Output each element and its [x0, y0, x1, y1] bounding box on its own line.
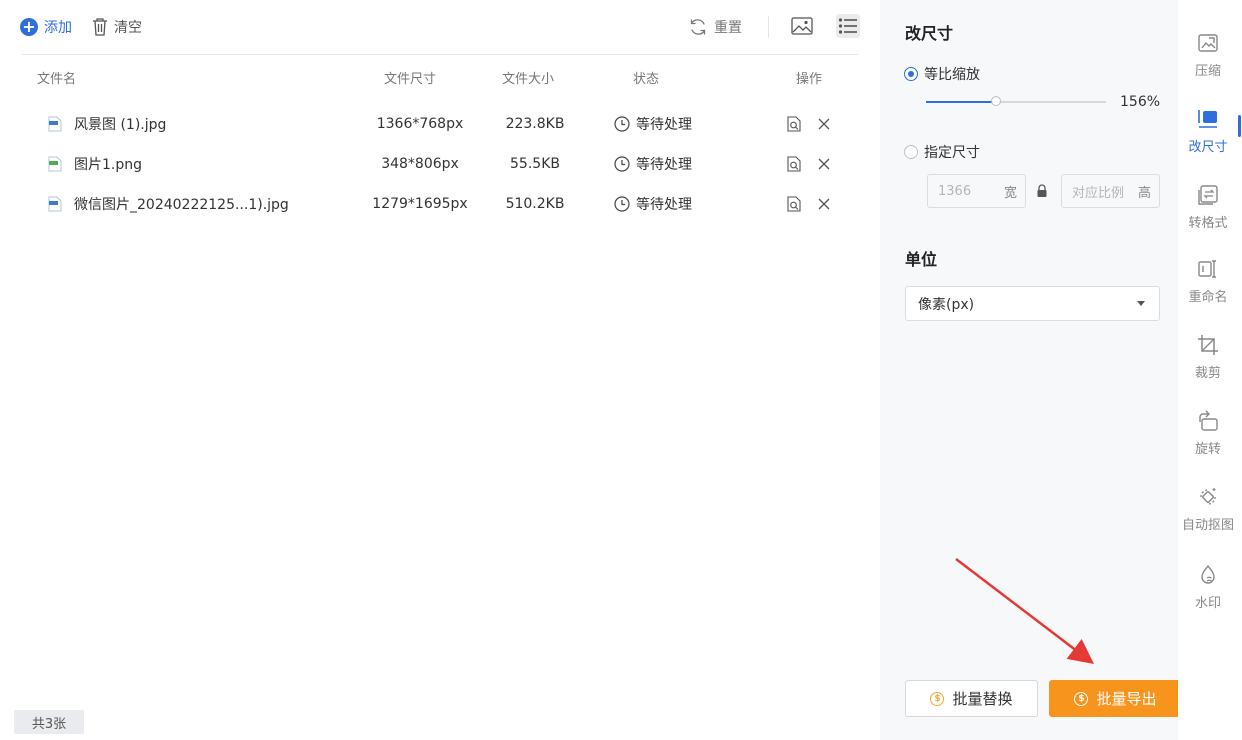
file-dimensions: 348*806px	[381, 156, 459, 172]
panel-title: 改尺寸	[905, 24, 954, 43]
radio-unselected[interactable]	[904, 145, 918, 159]
trash-icon	[93, 18, 107, 36]
add-button[interactable]: + 添加	[20, 17, 72, 37]
add-icon: +	[20, 18, 38, 36]
watermark-icon	[1201, 564, 1215, 584]
file-dimensions: 1279*1695px	[372, 196, 468, 212]
image-view-button[interactable]	[790, 14, 814, 38]
remove-icon[interactable]	[816, 116, 832, 132]
refresh-icon	[690, 19, 706, 35]
file-name: 风景图 (1).jpg	[74, 117, 167, 133]
file-size: 55.5KB	[510, 156, 560, 172]
jpg-file-icon	[48, 116, 62, 132]
clear-label: 清空	[114, 20, 142, 36]
batch-replace-button[interactable]: $ 批量替换	[905, 680, 1038, 717]
table-row[interactable]: 风景图 (1).jpg 1366*768px 223.8KB 等待处理	[22, 104, 858, 144]
width-unit: 宽	[1003, 185, 1017, 201]
rotate-icon	[1199, 410, 1218, 431]
compress-icon	[1198, 34, 1218, 52]
status-label: 等待处理	[636, 117, 692, 133]
tool-rail: 压缩 改尺寸 转格式 重命名 裁剪 旋转 自动抠图 水印	[1178, 0, 1242, 740]
width-value: 1366	[938, 183, 972, 199]
table-row[interactable]: 图片1.png 348*806px 55.5KB 等待处理	[22, 144, 858, 184]
height-unit: 高	[1137, 185, 1151, 201]
scale-slider-thumb[interactable]	[991, 96, 1002, 106]
header-filename: 文件名	[37, 72, 77, 87]
batch-export-button[interactable]: $ 批量导出	[1049, 680, 1182, 717]
png-file-icon	[48, 156, 62, 172]
radio-selected[interactable]	[904, 67, 918, 81]
reset-label: 重置	[714, 20, 742, 36]
rail-item-rotate[interactable]: 旋转	[1178, 410, 1238, 466]
file-name: 微信图片_20240222125...1).jpg	[74, 197, 289, 213]
clock-icon	[614, 116, 630, 132]
active-tab-indicator	[1238, 115, 1241, 137]
proportional-scale-label: 等比缩放	[924, 67, 980, 83]
list-view-button[interactable]	[836, 14, 860, 38]
preview-icon[interactable]	[786, 116, 802, 132]
list-icon	[838, 18, 857, 34]
file-size: 223.8KB	[505, 116, 565, 132]
batch-export-label: 批量导出	[1096, 690, 1157, 708]
file-name: 图片1.png	[74, 157, 143, 173]
auto-cutout-icon	[1200, 488, 1216, 505]
toolbar-divider	[768, 16, 769, 38]
annotation-arrow	[955, 558, 1094, 665]
unit-title: 单位	[905, 250, 938, 269]
rail-item-rename[interactable]: 重命名	[1178, 258, 1238, 314]
table-row[interactable]: 微信图片_20240222125...1).jpg 1279*1695px 51…	[22, 184, 858, 224]
scale-slider[interactable]	[926, 96, 1106, 106]
rail-item-watermark[interactable]: 水印	[1178, 564, 1238, 620]
remove-icon[interactable]	[816, 196, 832, 212]
clear-button[interactable]: 清空	[92, 17, 142, 37]
convert-format-icon	[1198, 185, 1218, 205]
image-icon	[791, 17, 813, 35]
file-dimensions: 1366*768px	[376, 116, 464, 132]
status-label: 等待处理	[636, 157, 692, 173]
coin-icon: $	[930, 691, 945, 706]
proportional-scale-option[interactable]: 等比缩放	[904, 64, 980, 84]
rail-item-compress[interactable]: 压缩	[1178, 32, 1238, 88]
reset-button[interactable]: 重置	[688, 17, 742, 37]
remove-icon[interactable]	[816, 156, 832, 172]
scale-percent: 156%	[1120, 94, 1161, 110]
resize-icon	[1198, 110, 1217, 128]
unit-selected-value: 像素(px)	[918, 296, 975, 313]
status-label: 等待处理	[636, 197, 692, 213]
unit-select[interactable]: 像素(px)	[905, 286, 1160, 321]
clock-icon	[614, 156, 630, 172]
file-size: 510.2KB	[505, 196, 565, 212]
lock-icon[interactable]	[1035, 184, 1049, 198]
toolbar-bottom-border	[22, 54, 858, 55]
chevron-down-icon	[1137, 301, 1145, 306]
rail-item-resize[interactable]: 改尺寸	[1178, 108, 1238, 164]
rail-item-convert-format[interactable]: 转格式	[1178, 184, 1238, 240]
file-count-badge: 共3张	[14, 710, 84, 734]
header-filesize: 文件大小	[502, 72, 555, 87]
crop-icon	[1198, 335, 1218, 355]
coin-icon: $	[1074, 691, 1089, 706]
batch-replace-label: 批量替换	[952, 690, 1013, 708]
width-input[interactable]: 1366 宽	[927, 174, 1026, 208]
add-label: 添加	[44, 20, 72, 36]
height-placeholder: 对应比例	[1072, 185, 1125, 201]
jpg-file-icon	[48, 196, 62, 212]
header-actions: 操作	[796, 72, 823, 87]
scale-slider-fill	[926, 101, 997, 103]
clock-icon	[614, 196, 630, 212]
header-status: 状态	[633, 72, 660, 87]
header-dimensions: 文件尺寸	[384, 72, 437, 87]
rail-item-auto-cutout[interactable]: 自动抠图	[1178, 486, 1238, 542]
rail-item-crop[interactable]: 裁剪	[1178, 334, 1238, 390]
specify-size-label: 指定尺寸	[924, 145, 980, 161]
height-input[interactable]: 对应比例 高	[1061, 174, 1160, 208]
specify-size-option[interactable]: 指定尺寸	[904, 142, 980, 162]
rename-icon	[1198, 260, 1216, 278]
preview-icon[interactable]	[786, 156, 802, 172]
preview-icon[interactable]	[786, 196, 802, 212]
